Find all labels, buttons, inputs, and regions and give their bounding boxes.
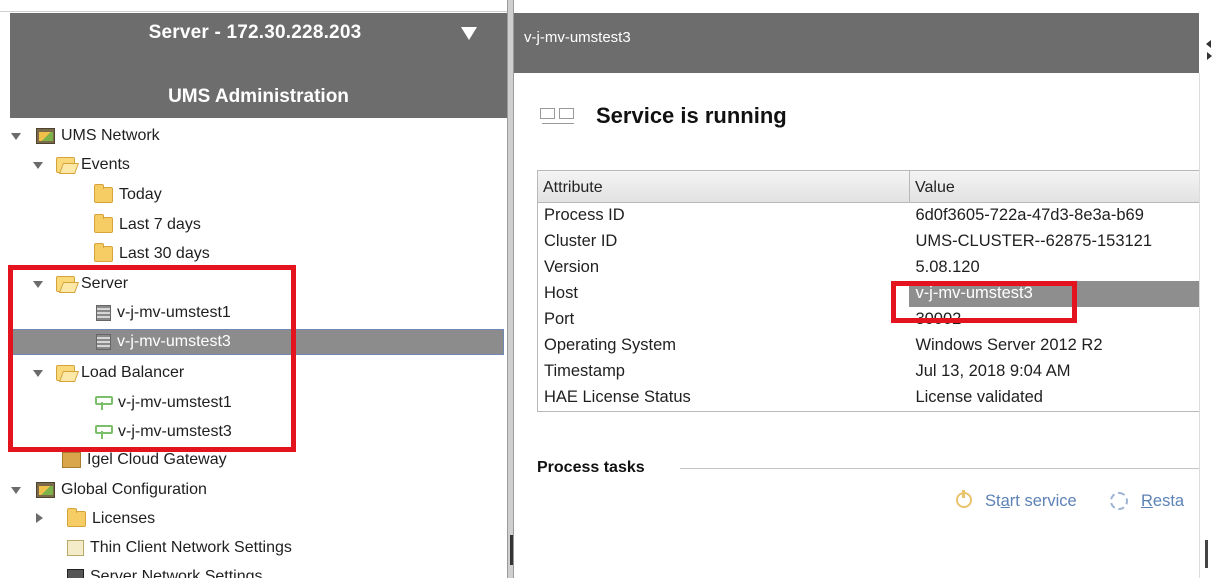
tree-item-server-network-settings[interactable]: Server Network Settings — [67, 564, 263, 578]
section-divider — [680, 468, 1199, 469]
tree-item-label: Last 30 days — [119, 245, 210, 262]
service-status-icon — [540, 108, 580, 128]
attribute-cell: Timestamp — [544, 362, 625, 380]
table-row[interactable]: Port 30002 — [538, 307, 1199, 333]
attribute-table: Attribute Value Process ID 6d0f3605-722a… — [537, 170, 1199, 412]
expand-licenses-icon[interactable] — [34, 513, 44, 523]
process-tasks-label: Process tasks — [537, 459, 645, 476]
table-row[interactable]: Version 5.08.120 — [538, 255, 1199, 281]
table-row[interactable]: HAE License Status License validated — [538, 385, 1199, 411]
table-header: Attribute Value — [538, 171, 1199, 203]
tree-item-licenses[interactable]: Licenses — [67, 506, 155, 532]
tree-item-label: UMS Network — [61, 127, 160, 144]
value-cell: UMS-CLUSTER--62875-153121 — [915, 232, 1153, 250]
server-settings-icon — [67, 569, 84, 578]
settings-icon — [67, 540, 84, 556]
admin-header: UMS Administration — [10, 78, 507, 118]
attribute-cell: Host — [544, 284, 578, 302]
column-header-value[interactable]: Value — [910, 171, 955, 202]
gateway-icon — [62, 452, 81, 468]
expand-ums-network-icon[interactable] — [11, 131, 21, 141]
tree-item-label: Thin Client Network Settings — [90, 539, 292, 556]
folder-open-icon — [56, 157, 75, 173]
expand-global-configuration-icon[interactable] — [11, 485, 21, 495]
ums-network-icon — [36, 128, 55, 144]
scrollbar-thumb[interactable] — [1205, 540, 1208, 568]
restart-mnemonic: R — [1141, 492, 1153, 510]
splitter-grip[interactable] — [510, 535, 513, 565]
tree-item-today[interactable]: Today — [94, 182, 162, 208]
server-highlight-box — [8, 265, 296, 452]
start-service-text-1: St — [985, 492, 1001, 510]
tree-item-label: Today — [119, 186, 162, 203]
attribute-cell: HAE License Status — [544, 388, 691, 406]
server-dropdown-icon[interactable] — [458, 22, 480, 42]
value-cell: 6d0f3605-722a-47d3-8e3a-b69 — [915, 206, 1144, 224]
pane-splitter[interactable] — [507, 0, 514, 578]
start-service-text-2: rt service — [1009, 492, 1077, 510]
value-cell: License validated — [915, 388, 1043, 406]
table-row[interactable]: Timestamp Jul 13, 2018 9:04 AM — [538, 359, 1199, 385]
folder-icon — [94, 243, 113, 262]
global-configuration-icon — [36, 482, 55, 498]
navigation-pane: Server - 172.30.228.203 UMS Administrati… — [0, 0, 507, 578]
attribute-cell: Port — [544, 310, 575, 328]
service-status-title: Service is running — [596, 103, 787, 128]
collapse-expand-arrows-icon[interactable] — [1206, 40, 1213, 70]
tree-item-label: Last 7 days — [119, 216, 201, 233]
table-row[interactable]: Process ID 6d0f3605-722a-47d3-8e3a-b69 — [538, 203, 1199, 229]
attribute-cell: Version — [544, 258, 600, 276]
tree-item-label: Licenses — [92, 510, 156, 527]
folder-icon — [94, 214, 113, 233]
attribute-cell: Process ID — [544, 206, 625, 224]
tree-item-label: Global Configuration — [61, 481, 207, 498]
tree-item-global-configuration[interactable]: Global Configuration — [36, 477, 207, 503]
server-title: Server - 172.30.228.203 — [148, 22, 362, 43]
expand-events-icon[interactable] — [33, 160, 43, 170]
tree-item-last-30-days[interactable]: Last 30 days — [94, 241, 210, 267]
detail-scrollbar[interactable] — [1199, 73, 1213, 578]
value-cell: Windows Server 2012 R2 — [915, 336, 1103, 354]
tree-item-ums-network[interactable]: UMS Network — [36, 123, 160, 149]
power-icon[interactable] — [956, 490, 972, 508]
restart-service-link[interactable]: Resta — [1141, 492, 1184, 511]
table-row-host[interactable]: Host v-j-mv-umstest3 — [538, 281, 1199, 307]
detail-header-title: v-j-mv-umstest3 — [524, 29, 631, 46]
folder-icon — [67, 508, 86, 527]
detail-header: v-j-mv-umstest3 — [514, 13, 1199, 73]
left-top-strip — [0, 0, 507, 12]
start-service-link[interactable]: Start service — [985, 492, 1077, 511]
restart-text: esta — [1152, 492, 1185, 510]
tree-item-label: Server Network Settings — [90, 568, 263, 578]
attribute-cell: Cluster ID — [544, 232, 618, 250]
restart-icon[interactable] — [1110, 492, 1128, 510]
tree-item-events[interactable]: Events — [56, 152, 130, 178]
start-service-mnemonic: a — [1000, 492, 1010, 510]
tree-item-label: Igel Cloud Gateway — [87, 451, 227, 468]
folder-icon — [94, 184, 113, 203]
attribute-cell: Operating System — [544, 336, 677, 354]
table-row[interactable]: Cluster ID UMS-CLUSTER--62875-153121 — [538, 229, 1199, 255]
host-highlight-box — [891, 281, 1077, 323]
tree-item-label: Events — [81, 156, 130, 173]
value-cell: 5.08.120 — [915, 258, 980, 276]
tree-item-last-7-days[interactable]: Last 7 days — [94, 212, 201, 238]
column-header-attribute[interactable]: Attribute — [538, 171, 910, 202]
tree-item-thin-client-network-settings[interactable]: Thin Client Network Settings — [67, 535, 292, 561]
value-cell: Jul 13, 2018 9:04 AM — [915, 362, 1071, 380]
admin-title: UMS Administration — [168, 86, 349, 107]
table-row[interactable]: Operating System Windows Server 2012 R2 — [538, 333, 1199, 359]
